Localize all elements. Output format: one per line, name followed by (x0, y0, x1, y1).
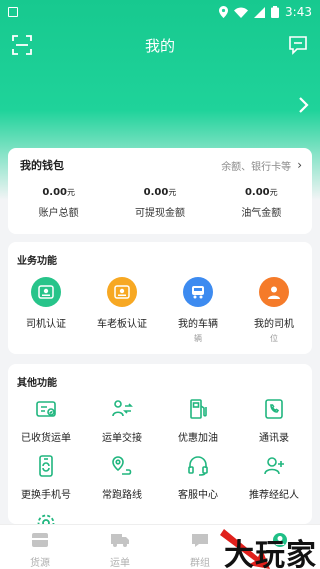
wallet-total[interactable]: 0.00元 账户总额 (8, 187, 109, 219)
wallet-unit: 元 (168, 188, 177, 197)
truck-tab-icon (111, 534, 129, 547)
function-label: 我的司机 (254, 319, 294, 330)
function-label: 客服中心 (178, 490, 218, 501)
profile-chevron-icon[interactable] (298, 96, 310, 114)
waybill-handover[interactable]: 运单交接 (84, 397, 160, 444)
phone-change-icon (39, 455, 53, 477)
function-label: 车老板认证 (97, 319, 147, 330)
tab-label: 货源 (30, 558, 50, 569)
fuel-icon (190, 399, 207, 419)
watermark-text: 大玩家 (224, 538, 317, 569)
change-phone[interactable]: 更换手机号 (8, 454, 84, 501)
scan-icon[interactable] (12, 35, 32, 55)
wallet-withdrawable[interactable]: 0.00元 可提现金额 (109, 187, 210, 219)
driver-id-icon (31, 277, 61, 307)
function-label: 更换手机号 (21, 490, 71, 501)
wallet-title: 我的钱包 (20, 159, 64, 172)
function-count: 辆 (194, 334, 202, 343)
function-label: 已收货运单 (21, 433, 71, 444)
wallet-card[interactable]: 我的钱包 余额、银行卡等 › 0.00元 账户总额 0.00元 可提现金额 0.… (8, 148, 312, 234)
status-bar: 3:43 (0, 0, 320, 24)
owner-id-icon (107, 277, 137, 307)
headset-icon (188, 456, 208, 476)
section-title: 其他功能 (17, 378, 57, 389)
wallet-amount: 0.00 (42, 187, 67, 198)
wallet-unit: 元 (67, 188, 75, 197)
function-label: 推荐经纪人 (249, 490, 299, 501)
wallet-subtitle: 余额、银行卡等 (221, 161, 292, 173)
wallet-label: 可提现金额 (134, 208, 185, 219)
function-label: 通讯录 (259, 433, 289, 444)
handover-icon (112, 400, 133, 417)
owner-certification[interactable]: 车老板认证 (84, 277, 160, 344)
recommend-agent[interactable]: 推荐经纪人 (236, 454, 312, 501)
customer-service[interactable]: 客服中心 (160, 454, 236, 501)
my-drivers[interactable]: 我的司机 位 (236, 277, 312, 344)
notification-icon (8, 7, 18, 17)
contacts[interactable]: 通讯录 (236, 397, 312, 444)
wifi-icon (234, 7, 249, 18)
function-label: 运单交接 (102, 433, 142, 444)
function-label: 司机认证 (26, 319, 66, 330)
route-icon (112, 456, 132, 475)
section-title: 业务功能 (17, 256, 57, 267)
wallet-fuel[interactable]: 0.00元 油气金额 (211, 187, 312, 219)
other-functions-card: 其他功能 已收货运单 运单交接 优惠加油 通讯录 更换手机号 常跑路线 客服中心 (8, 364, 312, 532)
my-vehicles[interactable]: 我的车辆 辆 (160, 277, 236, 344)
message-icon[interactable] (288, 35, 308, 55)
wallet-amount: 0.00 (244, 187, 270, 198)
truck-icon (183, 277, 213, 307)
tab-label: 运单 (110, 558, 130, 569)
received-waybill-icon (36, 401, 56, 417)
wallet-label: 油气金额 (241, 208, 282, 219)
chevron-right-icon: › (297, 158, 302, 172)
group-icon (192, 534, 208, 547)
battery-icon (271, 6, 280, 18)
function-label: 我的车辆 (178, 319, 218, 330)
received-waybill[interactable]: 已收货运单 (8, 397, 84, 444)
tab-cargo[interactable]: 货源 (0, 525, 80, 569)
top-bar: 我的 (0, 26, 320, 64)
frequent-routes[interactable]: 常跑路线 (84, 454, 160, 501)
signal-icon (254, 6, 266, 18)
function-label: 常跑路线 (102, 490, 142, 501)
fuel-discount[interactable]: 优惠加油 (160, 397, 236, 444)
tab-waybill[interactable]: 运单 (80, 525, 160, 569)
function-label: 优惠加油 (178, 433, 218, 444)
wallet-label: 账户总额 (38, 208, 79, 219)
cargo-icon (32, 533, 48, 547)
driver-certification[interactable]: 司机认证 (8, 277, 84, 344)
location-icon (219, 6, 229, 18)
page-title: 我的 (144, 36, 175, 55)
wallet-unit: 元 (269, 188, 278, 197)
function-count: 位 (270, 334, 278, 343)
wallet-amount: 0.00 (143, 187, 169, 198)
business-functions-card: 业务功能 司机认证 车老板认证 我的车辆 辆 我的司机 位 (8, 242, 312, 354)
driver-icon (259, 277, 289, 307)
add-user-icon (264, 457, 284, 475)
status-time: 3:43 (285, 5, 312, 19)
contacts-icon (265, 399, 283, 419)
